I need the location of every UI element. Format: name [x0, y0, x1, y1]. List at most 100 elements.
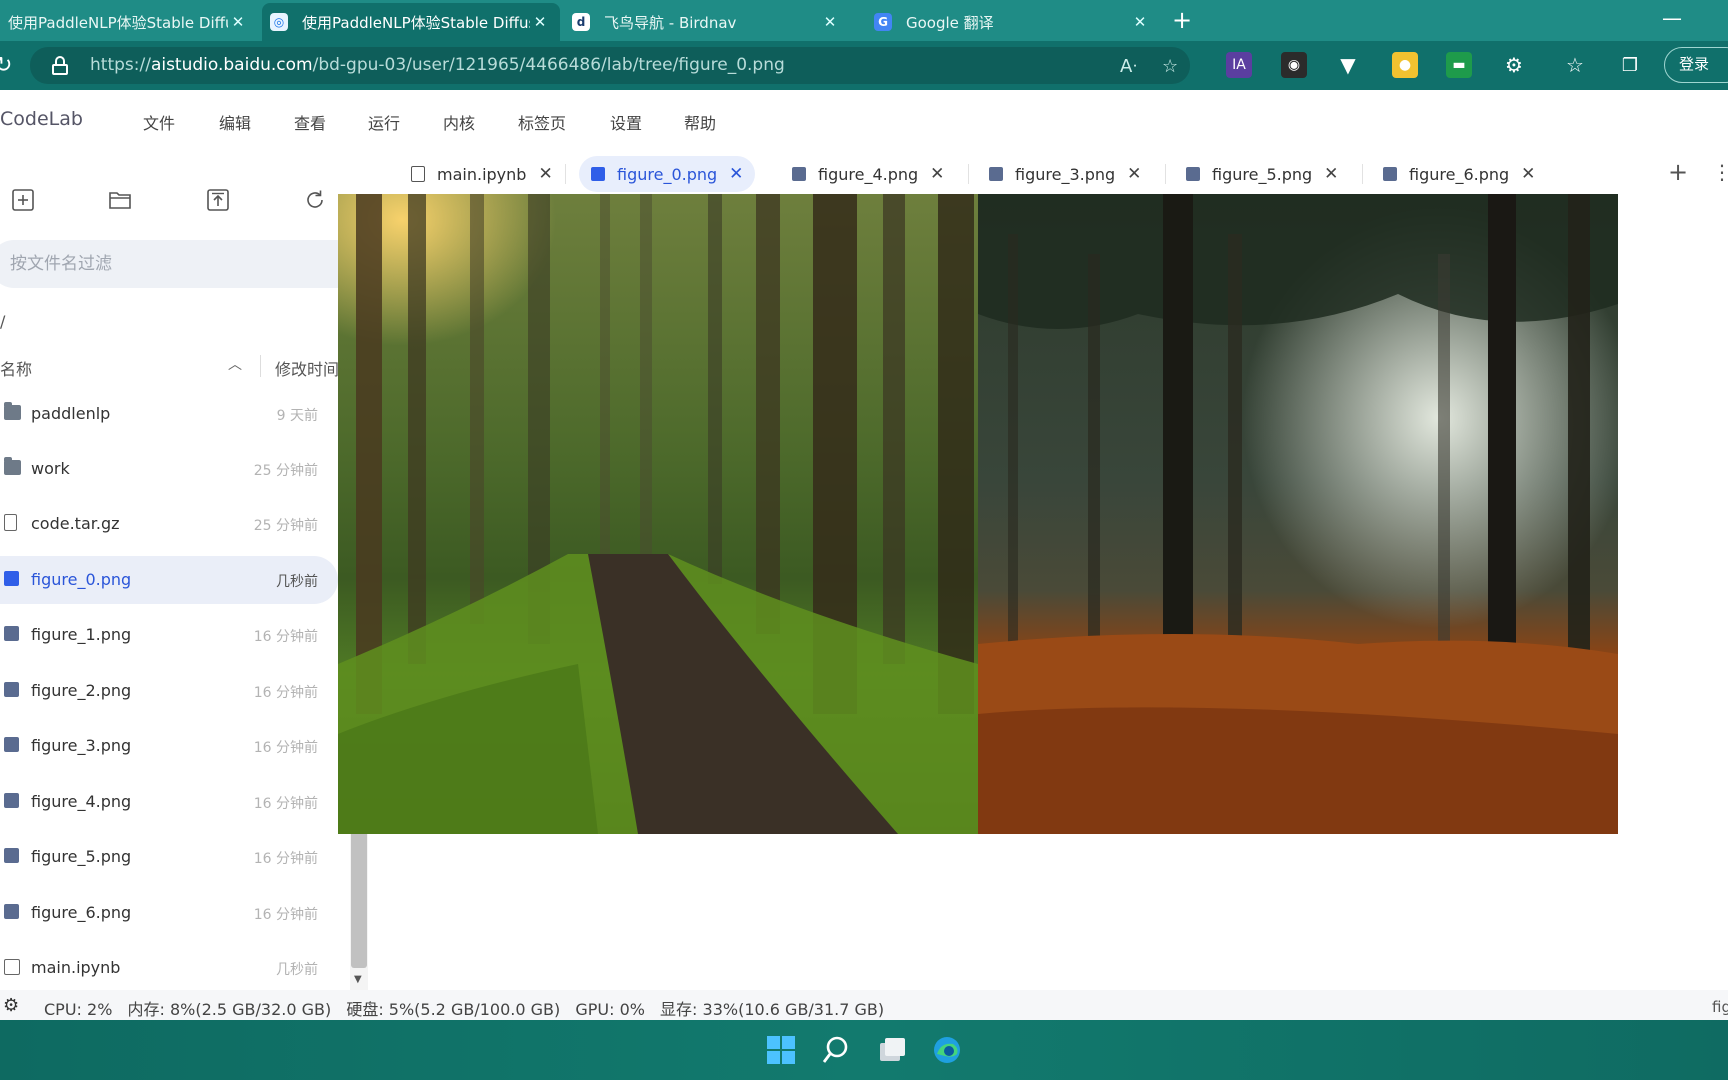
- close-icon[interactable]: ✕: [538, 164, 552, 184]
- color-extension-icon[interactable]: ●: [1392, 52, 1418, 78]
- menu-tabs[interactable]: 标签页: [518, 110, 566, 134]
- extensions-puzzle-icon[interactable]: ⚙: [1501, 52, 1527, 78]
- browser-tab-1[interactable]: 使用PaddleNLP体验Stable Diffus ✕: [0, 3, 258, 41]
- windows-start-icon[interactable]: [765, 1034, 797, 1066]
- v-extension-icon[interactable]: ▼: [1335, 52, 1361, 78]
- file-name: code.tar.gz: [31, 514, 120, 533]
- list-item[interactable]: figure_1.png 16 分钟前: [0, 611, 338, 659]
- scroll-down-arrow-icon[interactable]: ▼: [354, 974, 362, 985]
- list-item[interactable]: figure_2.png 16 分钟前: [0, 667, 338, 715]
- tab-figure-6[interactable]: figure_6.png ✕: [1371, 156, 1547, 192]
- reload-icon[interactable]: ↻: [0, 53, 12, 78]
- google-translate-favicon-icon: G: [874, 13, 892, 31]
- autumn-forest-image: [978, 194, 1618, 834]
- file-name: figure_2.png: [31, 681, 132, 700]
- tab-label: figure_4.png: [818, 164, 919, 184]
- browser-tab-2[interactable]: ◎ 使用PaddleNLP体验Stable Diffus ✕: [262, 3, 560, 41]
- tab-divider: [1362, 164, 1363, 184]
- tab-figure-4[interactable]: figure_4.png ✕: [780, 156, 956, 192]
- file-name: main.ipynb: [31, 958, 121, 977]
- close-icon[interactable]: ✕: [1127, 164, 1141, 184]
- tab-label: figure_5.png: [1212, 164, 1313, 184]
- browser-tab-4[interactable]: G Google 翻译 ✕: [866, 3, 1160, 41]
- list-item[interactable]: figure_6.png 16 分钟前: [0, 889, 338, 937]
- tab-figure-5[interactable]: figure_5.png ✕: [1174, 156, 1350, 192]
- menu-edit[interactable]: 编辑: [219, 110, 251, 134]
- list-item[interactable]: figure_5.png 16 分钟前: [0, 833, 338, 881]
- list-item-selected[interactable]: figure_0.png 几秒前: [0, 556, 338, 604]
- status-bar: ⚙ CPU: 2% 内存: 8%(2.5 GB/32.0 GB) 硬盘: 5%(…: [0, 990, 1728, 1020]
- menu-kernel[interactable]: 内核: [443, 110, 475, 134]
- new-launcher-icon[interactable]: [11, 188, 35, 212]
- image-file-icon: [792, 167, 806, 181]
- close-icon[interactable]: ✕: [1130, 13, 1150, 31]
- refresh-icon[interactable]: [303, 188, 327, 212]
- image-file-icon: [1383, 167, 1397, 181]
- menu-view[interactable]: 查看: [294, 110, 326, 134]
- sort-ascending-icon[interactable]: ︿: [228, 354, 242, 374]
- list-item[interactable]: work 25 分钟前: [0, 445, 338, 493]
- gear-icon[interactable]: ⚙: [3, 995, 19, 1016]
- list-item[interactable]: paddlenlp 9 天前: [0, 390, 338, 438]
- url-input[interactable]: https://aistudio.baidu.com/bd-gpu-03/use…: [30, 47, 1190, 84]
- tab-figure-3[interactable]: figure_3.png ✕: [977, 156, 1153, 192]
- column-header-name[interactable]: 名称: [0, 356, 32, 380]
- more-options-icon[interactable]: ⋮: [1712, 160, 1728, 184]
- search-icon[interactable]: [820, 1034, 852, 1066]
- column-header-modified[interactable]: 修改时间: [275, 356, 339, 380]
- file-name: paddlenlp: [31, 404, 111, 423]
- ia-extension-icon[interactable]: IA: [1226, 52, 1252, 78]
- new-folder-icon[interactable]: [108, 188, 132, 212]
- close-icon[interactable]: ✕: [820, 13, 840, 31]
- green-extension-icon[interactable]: ▬: [1446, 52, 1472, 78]
- close-icon[interactable]: ✕: [729, 164, 743, 184]
- image-file-icon: [4, 793, 19, 808]
- file-modified-time: 16 分钟前: [253, 851, 318, 867]
- edge-browser-icon[interactable]: [931, 1034, 963, 1066]
- minimize-window-button[interactable]: —: [1662, 6, 1682, 30]
- tab-main-ipynb[interactable]: main.ipynb ✕: [399, 156, 565, 192]
- forest-path-image: [338, 194, 978, 834]
- tab-figure-0[interactable]: figure_0.png ✕: [579, 156, 756, 192]
- collections-icon[interactable]: ❐: [1617, 52, 1643, 78]
- file-modified-time: 25 分钟前: [253, 518, 318, 534]
- folder-icon: [4, 402, 21, 420]
- close-icon[interactable]: ✕: [1521, 164, 1535, 184]
- tab-label: figure_6.png: [1409, 164, 1510, 184]
- file-name: figure_0.png: [31, 570, 132, 589]
- paddle-favicon-icon: ◎: [270, 13, 288, 31]
- task-view-icon[interactable]: [876, 1034, 908, 1066]
- list-item[interactable]: code.tar.gz 25 分钟前: [0, 500, 338, 548]
- add-tab-button[interactable]: +: [1668, 158, 1688, 186]
- filename-filter-input[interactable]: [0, 240, 360, 288]
- new-tab-button[interactable]: +: [1168, 6, 1196, 34]
- notebook-icon: [411, 166, 425, 182]
- breadcrumb[interactable]: /: [0, 312, 5, 331]
- close-icon[interactable]: ✕: [930, 164, 944, 184]
- login-button[interactable]: 登录: [1664, 47, 1728, 83]
- list-item[interactable]: main.ipynb 几秒前: [0, 944, 338, 992]
- read-aloud-icon[interactable]: Aᐧ: [1120, 56, 1137, 77]
- list-item[interactable]: figure_3.png 16 分钟前: [0, 722, 338, 770]
- favorites-icon[interactable]: ☆: [1562, 52, 1588, 78]
- vram-usage: 显存: 33%(10.6 GB/31.7 GB): [660, 1000, 885, 1019]
- browser-tab-3[interactable]: d 飞鸟导航 - Birdnav ✕: [564, 3, 850, 41]
- menu-help[interactable]: 帮助: [684, 110, 716, 134]
- menu-file[interactable]: 文件: [143, 110, 175, 134]
- menu-run[interactable]: 运行: [368, 110, 400, 134]
- file-name: figure_6.png: [31, 903, 132, 922]
- mask-extension-icon[interactable]: ◉: [1281, 52, 1307, 78]
- add-favorite-icon[interactable]: ☆: [1162, 56, 1178, 77]
- cpu-usage: CPU: 2%: [44, 1000, 113, 1019]
- image-file-icon: [1186, 167, 1200, 181]
- lock-icon: [52, 56, 68, 75]
- close-icon[interactable]: ✕: [228, 13, 248, 31]
- close-icon[interactable]: ✕: [530, 13, 550, 31]
- upload-icon[interactable]: [206, 188, 230, 212]
- close-icon[interactable]: ✕: [1324, 164, 1338, 184]
- file-modified-time: 几秒前: [276, 962, 318, 978]
- list-item[interactable]: figure_4.png 16 分钟前: [0, 778, 338, 826]
- tab-divider: [565, 164, 566, 184]
- file-name: figure_3.png: [31, 736, 132, 755]
- menu-settings[interactable]: 设置: [610, 110, 642, 134]
